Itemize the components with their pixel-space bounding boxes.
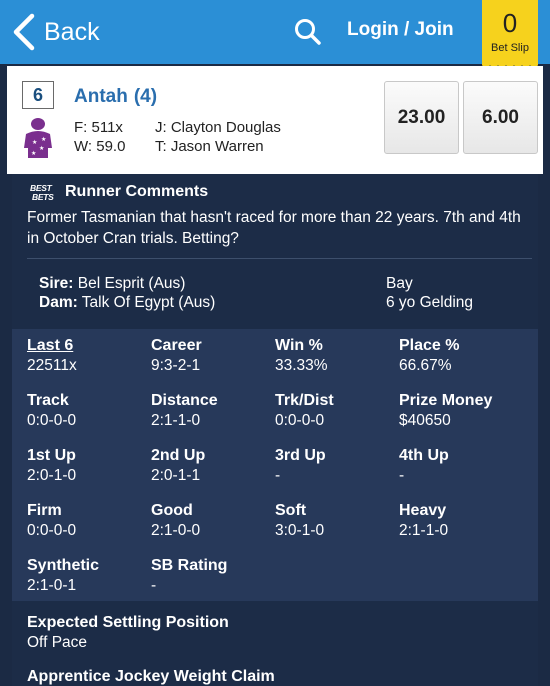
stat-value: - — [399, 467, 405, 484]
back-button[interactable]: Back — [10, 12, 100, 52]
login-join-link[interactable]: Login / Join — [347, 19, 454, 41]
runner-barrier: (4) — [133, 86, 158, 107]
stat-soft: Soft 3:0-1-0 — [275, 502, 324, 540]
back-label: Back — [44, 17, 100, 46]
runner-card: 6 ★ ★ ★ ★ Antah (4) F: 511x W: 59.0 J: Cl… — [7, 66, 543, 174]
runner-name-row[interactable]: Antah (4) — [74, 86, 157, 108]
stat-label: Career — [151, 337, 202, 354]
stat-4th-up: 4th Up - — [399, 447, 449, 485]
place-odds-button[interactable]: 6.00 — [463, 81, 538, 154]
bet-slip-label: Bet Slip — [491, 42, 529, 54]
stat-label: SB Rating — [151, 557, 228, 574]
stat-label: Heavy — [399, 502, 447, 519]
chevron-left-icon — [13, 13, 35, 51]
stat-good: Good 2:1-0-0 — [151, 502, 200, 540]
stat-track-distance: Trk/Dist 0:0-0-0 — [275, 392, 334, 430]
runner-weight: W: 59.0 — [74, 138, 126, 155]
svg-text:★: ★ — [31, 150, 36, 157]
runner-trainer: T: Jason Warren — [155, 138, 264, 155]
stat-2nd-up: 2nd Up 2:0-1-1 — [151, 447, 205, 485]
search-icon[interactable] — [293, 17, 323, 47]
stat-label: Good — [151, 502, 193, 519]
svg-text:BETS: BETS — [32, 192, 54, 202]
stat-label: Win % — [275, 337, 323, 354]
jockey-silk-icon: ★ ★ ★ ★ — [24, 118, 52, 158]
stat-label: 4th Up — [399, 447, 449, 464]
stat-label[interactable]: Last 6 — [27, 337, 77, 355]
age-sex-value: 6 yo Gelding — [386, 294, 474, 311]
stat-career: Career 9:3-2-1 — [151, 337, 202, 375]
colour-value: Bay — [386, 275, 413, 292]
stat-value: 2:1-1-0 — [151, 412, 201, 429]
dam-label: Dam: — [39, 294, 78, 311]
svg-text:★: ★ — [32, 139, 37, 146]
stat-value: $40650 — [399, 412, 451, 429]
runner-form: F: 511x — [74, 119, 123, 136]
stat-track: Track 0:0-0-0 — [27, 392, 76, 430]
sire-value: Bel Esprit (Aus) — [77, 275, 186, 292]
runner-comments-text: Former Tasmanian that hasn't raced for m… — [27, 209, 521, 247]
stat-value: 2:0-1-1 — [151, 467, 201, 484]
comments-divider — [27, 258, 532, 259]
stat-value: 9:3-2-1 — [151, 357, 201, 374]
stat-3rd-up: 3rd Up - — [275, 447, 326, 485]
stat-value: 0:0-0-0 — [27, 522, 77, 539]
stat-label: Trk/Dist — [275, 392, 334, 409]
stat-value: 2:1-1-0 — [399, 522, 449, 539]
stat-label: 3rd Up — [275, 447, 326, 464]
stat-synthetic: Synthetic 2:1-0-1 — [27, 557, 99, 595]
apprentice-claim-label: Apprentice Jockey Weight Claim — [27, 668, 275, 685]
runner-name: Antah — [74, 86, 128, 107]
dam-row: Dam: Talk Of Egypt (Aus) — [39, 294, 215, 312]
svg-text:★: ★ — [39, 145, 44, 152]
stat-label: Prize Money — [399, 392, 493, 409]
stat-label: Distance — [151, 392, 218, 409]
stat-value: 66.67% — [399, 357, 452, 374]
settling-panel: Expected Settling Position Off Pace Appr… — [12, 601, 538, 686]
stat-last-6[interactable]: Last 6 22511x — [27, 337, 77, 375]
stat-value: 2:0-1-0 — [27, 467, 77, 484]
stat-label: Synthetic — [27, 557, 100, 574]
stat-heavy: Heavy 2:1-1-0 — [399, 502, 448, 540]
stat-value: 22511x — [27, 357, 77, 374]
settling-position-value: Off Pace — [27, 634, 88, 651]
bet-slip-count: 0 — [502, 8, 518, 38]
stat-sb-rating: SB Rating - — [151, 557, 227, 595]
runner-jockey: J: Clayton Douglas — [155, 119, 281, 136]
stat-label: 2nd Up — [151, 447, 206, 464]
stat-value: - — [151, 577, 157, 594]
stat-value: 3:0-1-0 — [275, 522, 325, 539]
stat-firm: Firm 0:0-0-0 — [27, 502, 76, 540]
stat-place-pct: Place % 66.67% — [399, 337, 459, 375]
stat-label: Firm — [27, 502, 62, 519]
stat-label: Place % — [399, 337, 460, 354]
runner-comments-panel: BEST BETS Runner Comments Former Tasmani… — [12, 174, 538, 329]
best-bets-logo-icon: BEST BETS — [30, 183, 54, 202]
stat-win-pct: Win % 33.33% — [275, 337, 328, 375]
dam-value: Talk Of Egypt (Aus) — [81, 294, 216, 311]
stat-label: 1st Up — [27, 447, 76, 464]
runner-stats-grid: Last 6 22511x Career 9:3-2-1 Win % 33.33… — [12, 329, 538, 601]
stat-prize-money: Prize Money $40650 — [399, 392, 492, 430]
stat-1st-up: 1st Up 2:0-1-0 — [27, 447, 76, 485]
stat-value: 0:0-0-0 — [275, 412, 325, 429]
win-odds-button[interactable]: 23.00 — [384, 81, 459, 154]
top-nav-bar: Back Login / Join 0 Bet Slip — [0, 0, 550, 71]
sire-label: Sire: — [39, 275, 74, 292]
stat-label: Track — [27, 392, 69, 409]
bet-slip-button[interactable]: 0 Bet Slip — [482, 0, 538, 71]
sire-row: Sire: Bel Esprit (Aus) — [39, 275, 185, 293]
runner-number: 6 — [22, 81, 54, 109]
stat-value: 2:1-0-1 — [27, 577, 77, 594]
stat-distance: Distance 2:1-1-0 — [151, 392, 218, 430]
settling-position-label: Expected Settling Position — [27, 614, 229, 631]
stat-value: 2:1-0-0 — [151, 522, 201, 539]
stat-value: - — [275, 467, 281, 484]
svg-text:★: ★ — [41, 136, 46, 143]
stat-label: Soft — [275, 502, 307, 519]
stat-value: 0:0-0-0 — [27, 412, 77, 429]
runner-comments-title: Runner Comments — [65, 183, 209, 200]
stat-value: 33.33% — [275, 357, 328, 374]
